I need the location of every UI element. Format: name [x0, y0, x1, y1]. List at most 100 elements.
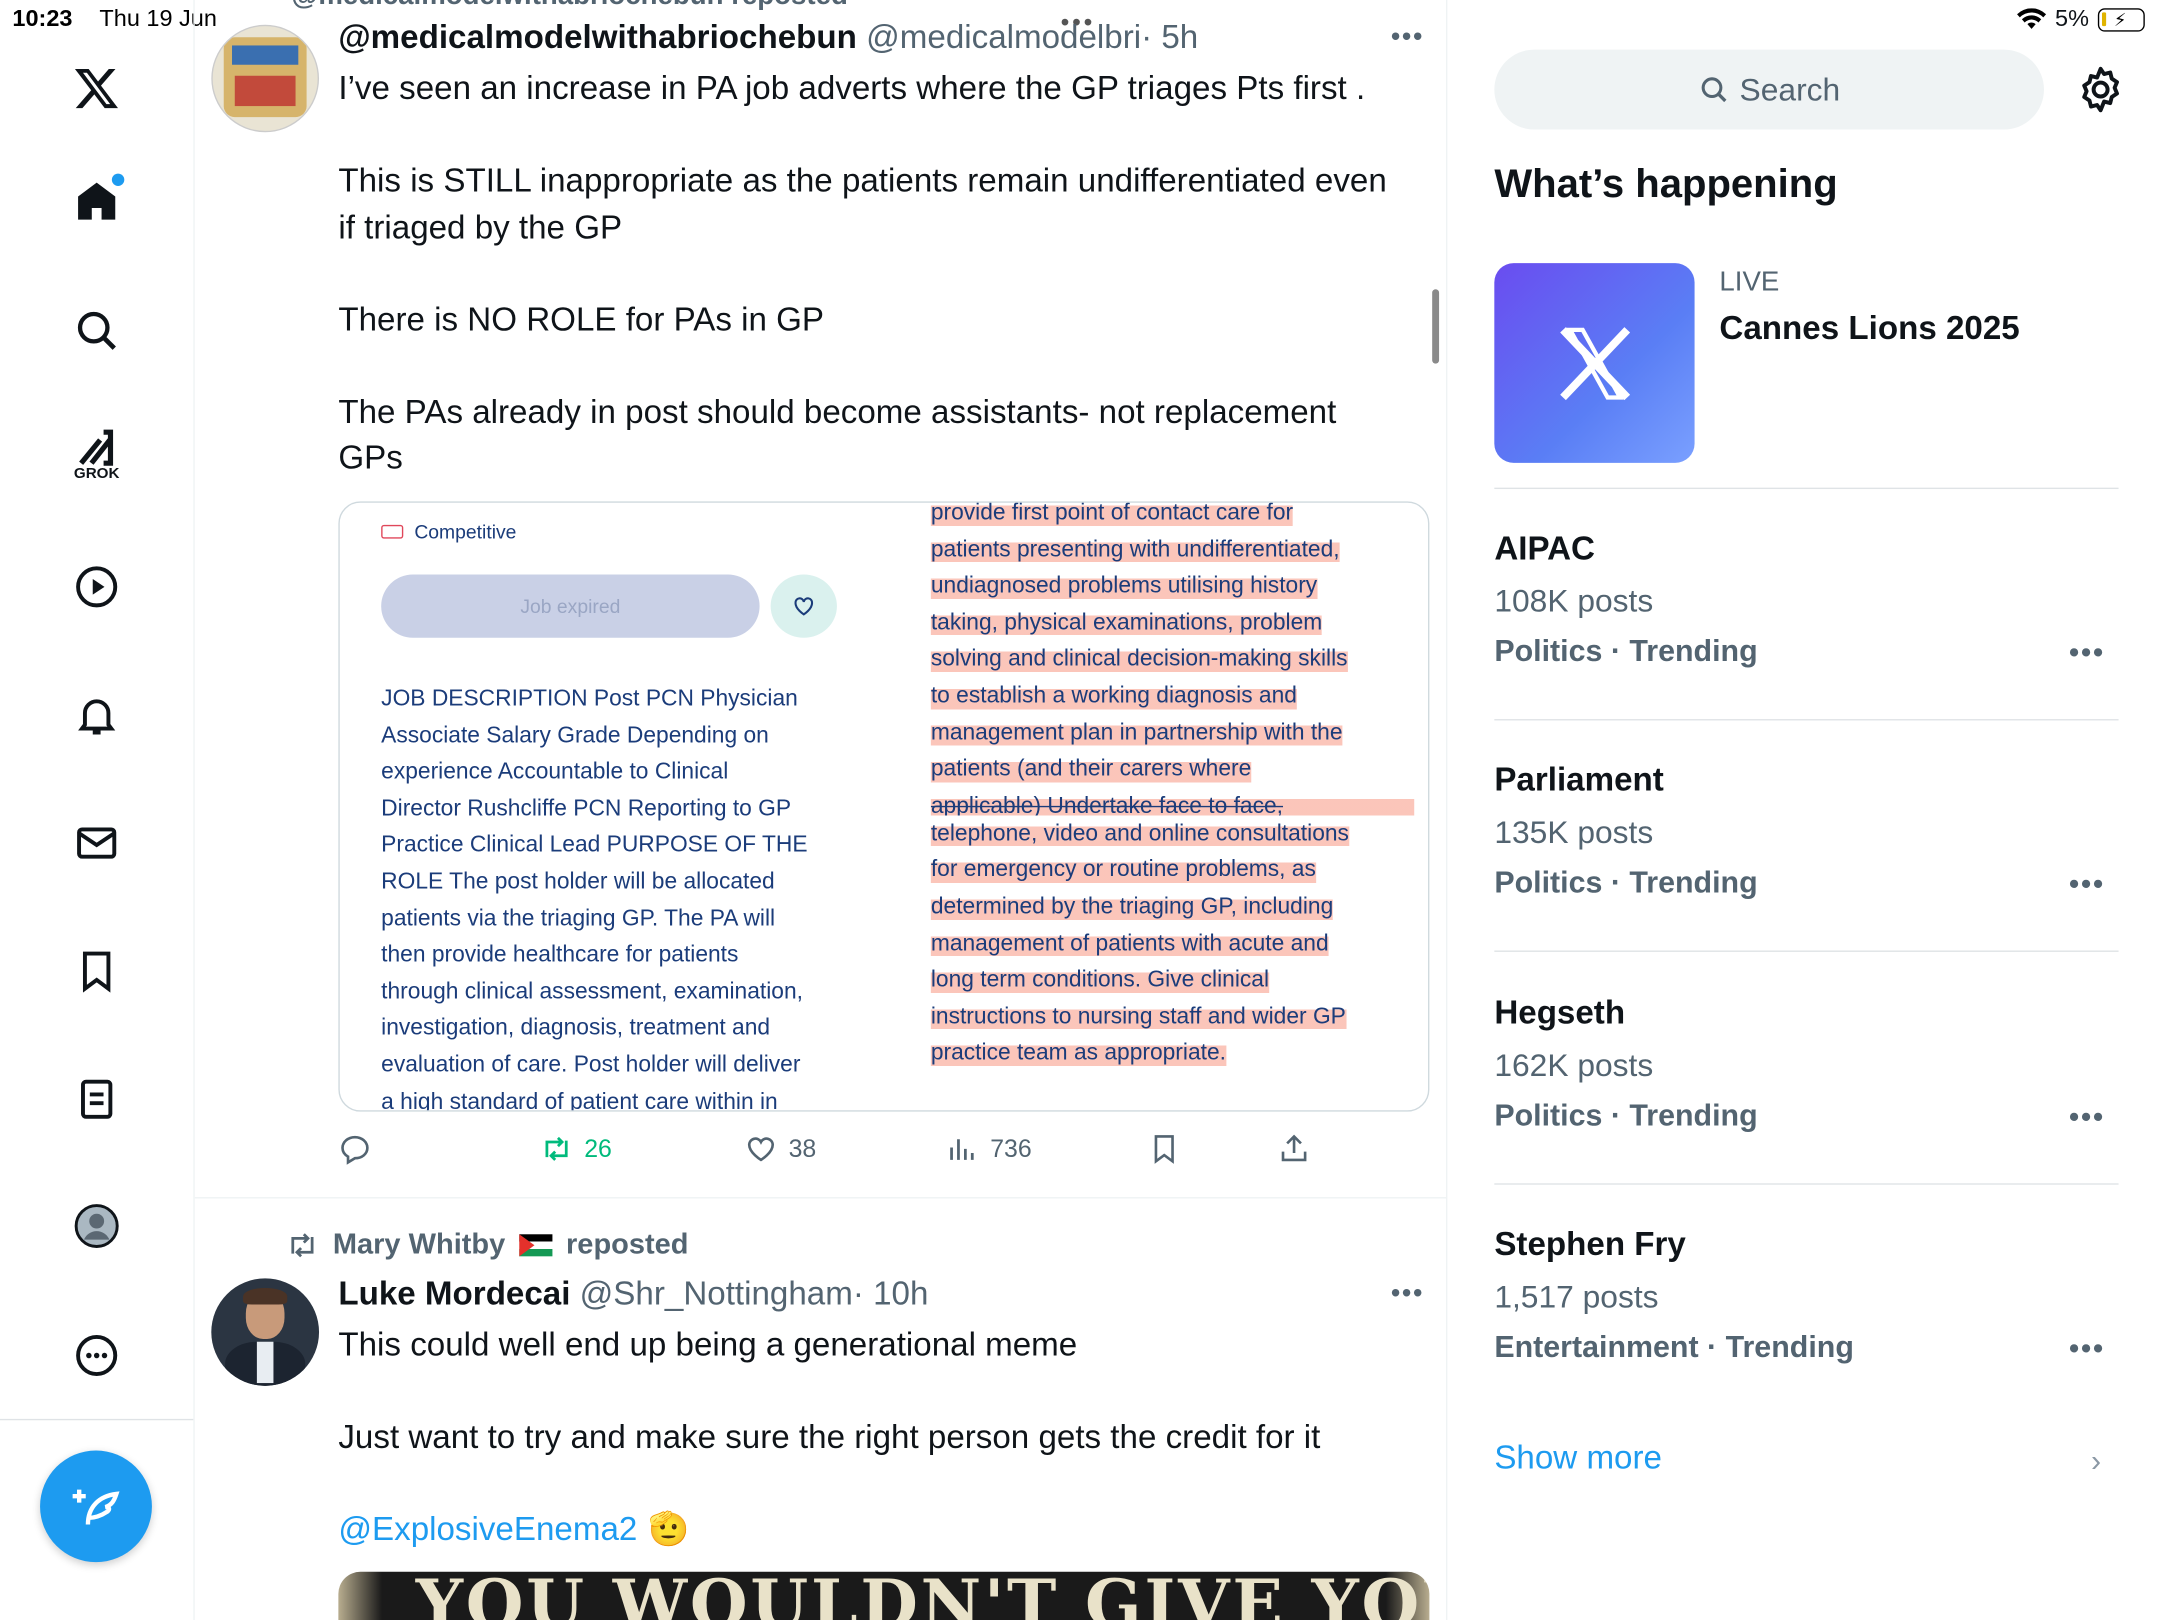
- share-icon: [1281, 1134, 1307, 1162]
- repost-count: 26: [584, 1134, 612, 1162]
- bookmarks-icon[interactable]: [66, 941, 127, 1002]
- tweet-more-icon[interactable]: •••: [1391, 22, 1424, 54]
- highlighted-line: applicable) Undertake face to face,: [930, 787, 1415, 816]
- show-more-link[interactable]: Show more: [1494, 1440, 1662, 1479]
- mention-link[interactable]: @ExplosiveEnema2: [338, 1507, 637, 1553]
- job-description-left: JOB DESCRIPTION Post PCN Physician Assoc…: [381, 681, 851, 1110]
- job-line: then provide healthcare for patients: [381, 942, 739, 968]
- money-icon: [381, 524, 404, 539]
- trend-name: Parliament: [1494, 761, 1664, 799]
- tweet-line: [338, 112, 1443, 158]
- job-line: Associate Salary Grade Depending on: [381, 722, 769, 748]
- search-nav-icon[interactable]: [66, 300, 127, 361]
- trend-item[interactable]: Parliament 135K posts Politics · Trendin…: [1494, 762, 2118, 901]
- notification-dot: [111, 173, 125, 186]
- author-name[interactable]: Luke Mordecai: [338, 1276, 570, 1313]
- tweet-more-icon[interactable]: •••: [1391, 1278, 1424, 1310]
- tweet-text: This could well end up being a generatio…: [338, 1322, 1443, 1553]
- trend-item[interactable]: Stephen Fry 1,517 posts Entertainment · …: [1494, 1226, 2118, 1365]
- share-button[interactable]: [1277, 1132, 1310, 1165]
- like-button[interactable]: 38: [744, 1132, 816, 1165]
- highlighted-line: determined by the triaging GP, including: [930, 888, 1334, 926]
- author-name[interactable]: @medicalmodelwithabriochebun: [338, 19, 857, 56]
- tweet-time[interactable]: · 10h: [853, 1276, 929, 1313]
- save-job-button[interactable]: [770, 574, 837, 638]
- tweet-line: GPs: [338, 439, 403, 477]
- tweet-media-image[interactable]: YOU WOULDN'T GIVE YOUR: [338, 1571, 1430, 1620]
- bookmark-button[interactable]: [1148, 1132, 1181, 1165]
- search-placeholder: Search: [1739, 70, 1841, 107]
- views-button[interactable]: 736: [946, 1132, 1032, 1165]
- reply-icon: [341, 1135, 369, 1165]
- author-avatar[interactable]: [211, 24, 320, 133]
- profile-avatar[interactable]: [66, 1196, 127, 1257]
- highlighted-line: patients (and their carers where: [930, 750, 1252, 788]
- trend-more-icon[interactable]: •••: [2069, 1099, 2105, 1135]
- trend-posts: 135K posts: [1494, 814, 1654, 850]
- tweet-divider: [194, 1197, 1446, 1199]
- flag-icon: [519, 1234, 553, 1257]
- search-input[interactable]: Search: [1494, 49, 2044, 130]
- badge-label: Competitive: [414, 520, 517, 543]
- trend-category: Politics · Trending: [1494, 1097, 1758, 1133]
- tweet-line: This could well end up being a generatio…: [338, 1326, 1078, 1364]
- bell-icon[interactable]: [66, 685, 127, 746]
- tweet-media[interactable]: Competitive Job expired JOB DESCRIPTION …: [338, 501, 1430, 1112]
- competitive-badge: Competitive: [381, 521, 516, 543]
- tweet-time[interactable]: · 5h: [1141, 19, 1198, 56]
- heart-icon: [794, 597, 814, 616]
- trend-more-icon[interactable]: •••: [2069, 1331, 2105, 1367]
- grok-icon[interactable]: GROK: [66, 424, 127, 485]
- wifi-icon: [2017, 8, 2047, 29]
- live-label: LIVE: [1719, 267, 1780, 298]
- live-title[interactable]: Cannes Lions 2025: [1719, 310, 2019, 349]
- author-handle[interactable]: @medicalmodelbri: [866, 19, 1141, 56]
- more-icon[interactable]: [66, 1325, 127, 1386]
- author-avatar[interactable]: [211, 1278, 320, 1386]
- trend-item[interactable]: AIPAC 108K posts Politics · Trending •••: [1494, 530, 2118, 669]
- repost-partial: @medicalmodelwithabriochebun reposted: [291, 0, 847, 12]
- trend-posts: 162K posts: [1494, 1046, 1654, 1083]
- author-handle[interactable]: @Shr_Nottingham: [580, 1276, 853, 1313]
- lists-icon[interactable]: [66, 1069, 127, 1130]
- home-icon[interactable]: [66, 171, 127, 232]
- image-caption: YOU WOULDN'T GIVE YOUR: [415, 1571, 1430, 1620]
- mail-icon[interactable]: [66, 813, 127, 874]
- tweet-header: @medicalmodelwithabriochebun @medicalmod…: [338, 19, 1198, 58]
- views-icon: [950, 1139, 974, 1160]
- settings-gear-icon[interactable]: [2074, 63, 2126, 115]
- job-expired-button[interactable]: Job expired: [381, 574, 760, 638]
- highlighted-line: long term conditions. Give clinical: [930, 961, 1270, 999]
- tweet-header: Luke Mordecai @Shr_Nottingham· 10h: [338, 1276, 928, 1315]
- x-logo-icon[interactable]: [66, 58, 127, 119]
- job-line: patients via the triaging GP. The PA wil…: [381, 905, 776, 931]
- reply-button[interactable]: [338, 1132, 371, 1165]
- highlighted-line: instructions to nursing staff and wider …: [930, 998, 1346, 1035]
- highlighted-line: to establish a working diagnosis and: [930, 677, 1297, 715]
- tweet-line: @ExplosiveEnema2 🫡: [338, 1507, 1443, 1553]
- live-event-thumbnail[interactable]: [1494, 263, 1695, 463]
- trend-posts: 1,517 posts: [1494, 1278, 1659, 1315]
- repost-attribution: Mary Whitby reposted: [286, 1229, 689, 1262]
- chevron-right-icon[interactable]: ›: [2091, 1444, 2101, 1480]
- trend-category: Politics · Trending: [1494, 633, 1758, 669]
- compose-button[interactable]: [40, 1450, 152, 1563]
- trend-more-icon[interactable]: •••: [2069, 635, 2105, 671]
- highlighted-line: taking, physical examinations, problem: [930, 604, 1323, 642]
- job-line: experience Accountable to Clinical: [381, 759, 729, 785]
- tweet-line: Just want to try and make sure the right…: [338, 1418, 1321, 1457]
- trend-posts: 108K posts: [1494, 582, 1654, 619]
- trend-item[interactable]: Hegseth 162K posts Politics · Trending •…: [1494, 995, 2118, 1134]
- highlighted-line: telephone, video and online consultation…: [930, 815, 1349, 852]
- scrollbar[interactable]: [1432, 289, 1440, 364]
- status-indicators: 5% ⚡: [2016, 6, 2145, 34]
- reposter-name[interactable]: Mary Whitby: [333, 1229, 505, 1262]
- video-icon[interactable]: [66, 557, 127, 618]
- repost-button[interactable]: 26: [540, 1132, 612, 1165]
- trend-more-icon[interactable]: •••: [2069, 866, 2105, 902]
- trend-name: Stephen Fry: [1494, 1226, 1686, 1264]
- trend-divider: [1494, 950, 2119, 952]
- highlighted-line: provide first point of contact care for: [930, 502, 1294, 532]
